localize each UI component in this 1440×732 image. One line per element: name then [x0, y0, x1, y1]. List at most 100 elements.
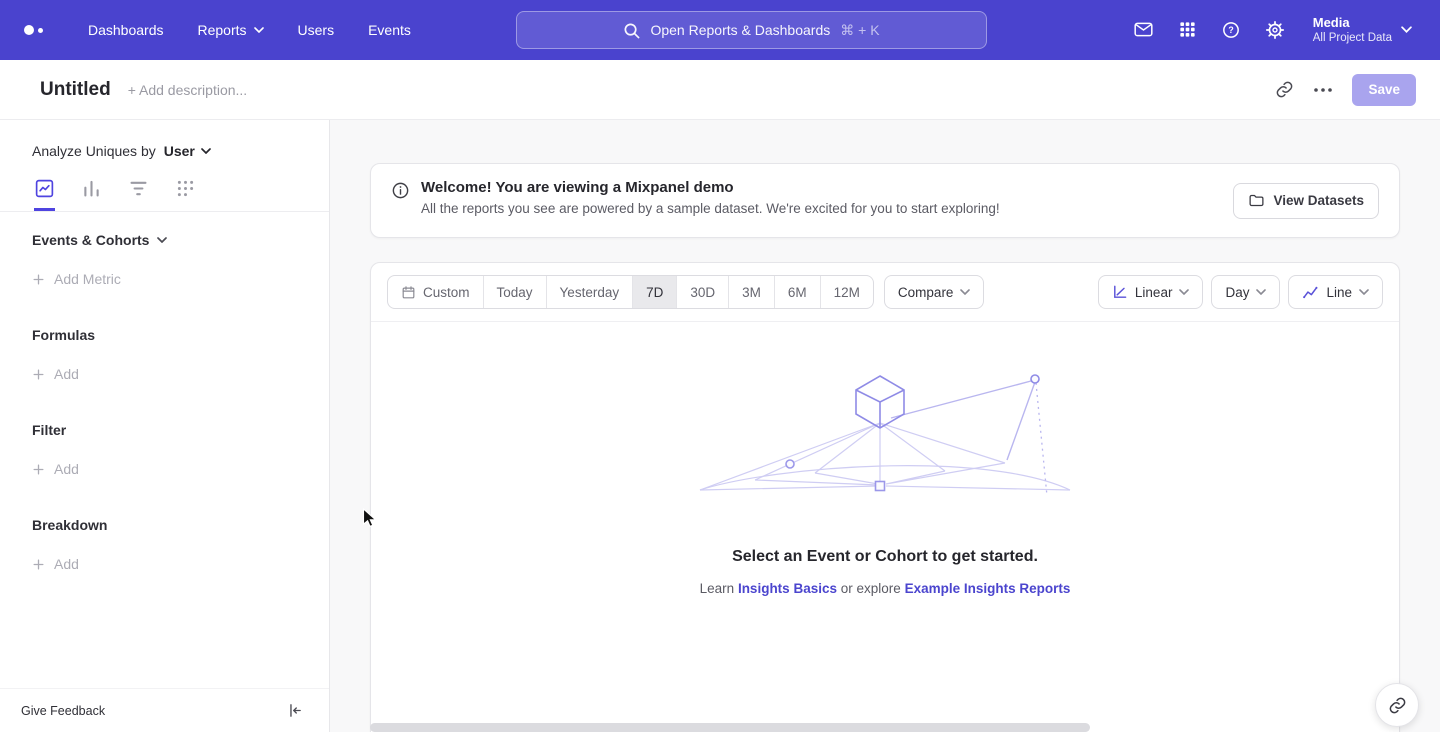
- add-formula-button[interactable]: Add: [32, 366, 79, 382]
- example-reports-link[interactable]: Example Insights Reports: [905, 581, 1071, 596]
- chevron-down-icon: [1256, 289, 1266, 295]
- scale-select[interactable]: Linear: [1098, 275, 1204, 309]
- nav-events[interactable]: Events: [368, 22, 411, 38]
- more-options-button[interactable]: [1314, 88, 1332, 92]
- horizontal-scrollbar[interactable]: [370, 723, 1090, 732]
- analyze-by-label: Analyze Uniques by: [32, 143, 156, 159]
- sidebar-footer: Give Feedback: [0, 688, 329, 732]
- add-breakdown-button[interactable]: Add: [32, 556, 79, 572]
- events-cohorts-header[interactable]: Events & Cohorts: [32, 232, 309, 248]
- analyze-by-row: Analyze Uniques by User: [0, 120, 329, 159]
- tab-bar-chart[interactable]: [81, 178, 102, 211]
- range-6m[interactable]: 6M: [774, 276, 820, 308]
- nav-label: Dashboards: [88, 22, 164, 38]
- range-7d[interactable]: 7D: [632, 276, 676, 308]
- help-button[interactable]: ?: [1221, 20, 1241, 40]
- range-today[interactable]: Today: [483, 276, 546, 308]
- breakdown-header: Breakdown: [32, 517, 309, 533]
- project-switcher[interactable]: Media All Project Data: [1313, 14, 1412, 46]
- collapse-sidebar-button[interactable]: [286, 702, 303, 719]
- chart-type-select[interactable]: Line: [1288, 275, 1383, 309]
- bar-chart-icon: [81, 178, 102, 199]
- add-filter-button[interactable]: Add: [32, 461, 79, 477]
- chart-type-label: Line: [1326, 285, 1352, 300]
- banner-title: Welcome! You are viewing a Mixpanel demo: [421, 179, 1000, 196]
- range-30d[interactable]: 30D: [676, 276, 728, 308]
- link-icon: [1275, 80, 1294, 99]
- view-datasets-label: View Datasets: [1273, 193, 1364, 208]
- add-filter-label: Add: [54, 461, 79, 477]
- range-label: 6M: [788, 285, 807, 300]
- messages-button[interactable]: [1133, 19, 1154, 40]
- report-canvas: Custom Today Yesterday 7D 30D 3M 6M 12M …: [370, 262, 1400, 732]
- formulas-title: Formulas: [32, 327, 95, 343]
- collapse-left-icon: [286, 702, 303, 719]
- plus-icon: [32, 368, 45, 381]
- gear-icon: [1265, 20, 1285, 40]
- primary-nav: Dashboards Reports Users Events: [88, 22, 411, 38]
- give-feedback-link[interactable]: Give Feedback: [21, 704, 105, 718]
- range-label: 7D: [646, 285, 663, 300]
- compare-button[interactable]: Compare: [884, 275, 985, 309]
- add-description-button[interactable]: + Add description...: [128, 82, 247, 98]
- interval-label: Day: [1225, 285, 1249, 300]
- add-metric-label: Add Metric: [54, 271, 121, 287]
- add-metric-button[interactable]: Add Metric: [32, 271, 121, 287]
- line-type-icon: [1302, 284, 1319, 301]
- nav-dashboards[interactable]: Dashboards: [88, 22, 164, 38]
- copy-link-button[interactable]: [1275, 80, 1294, 99]
- retention-grid-icon: [175, 178, 196, 199]
- linear-scale-icon: [1112, 284, 1128, 300]
- chevron-down-icon: [960, 289, 970, 295]
- apps-grid-icon: [1178, 20, 1197, 39]
- range-3m[interactable]: 3M: [728, 276, 774, 308]
- project-name: Media: [1313, 14, 1392, 32]
- link-icon: [1388, 696, 1407, 715]
- report-title[interactable]: Untitled: [40, 79, 111, 101]
- view-datasets-button[interactable]: View Datasets: [1233, 183, 1379, 219]
- chevron-down-icon: [1401, 26, 1412, 33]
- nav-users[interactable]: Users: [298, 22, 335, 38]
- date-range-selector: Custom Today Yesterday 7D 30D 3M 6M 12M: [387, 275, 874, 309]
- search-shortcut: ⌘ + K: [840, 22, 879, 39]
- range-label: 3M: [742, 285, 761, 300]
- calendar-icon: [401, 285, 416, 300]
- plus-icon: [32, 273, 45, 286]
- settings-button[interactable]: [1265, 20, 1285, 40]
- breakdown-title: Breakdown: [32, 517, 107, 533]
- range-yesterday[interactable]: Yesterday: [546, 276, 633, 308]
- help-icon: ?: [1221, 20, 1241, 40]
- nav-reports[interactable]: Reports: [198, 22, 264, 38]
- empty-state-illustration: [695, 368, 1075, 518]
- tab-retention[interactable]: [175, 178, 196, 211]
- learn-prefix: Learn: [700, 581, 735, 596]
- events-cohorts-title: Events & Cohorts: [32, 232, 149, 248]
- tab-funnel[interactable]: [128, 178, 149, 211]
- add-formula-label: Add: [54, 366, 79, 382]
- range-custom[interactable]: Custom: [388, 276, 483, 308]
- plus-icon: [32, 463, 45, 476]
- tab-line-chart[interactable]: [34, 178, 55, 211]
- search-icon: [623, 22, 640, 39]
- messages-icon: [1133, 19, 1154, 40]
- range-label: 30D: [690, 285, 715, 300]
- insights-basics-link[interactable]: Insights Basics: [738, 581, 837, 596]
- apps-grid-button[interactable]: [1178, 20, 1197, 39]
- formulas-header: Formulas: [32, 327, 309, 343]
- analyze-by-dropdown[interactable]: User: [164, 143, 211, 159]
- line-chart-icon: [34, 178, 55, 199]
- range-label: Today: [497, 285, 533, 300]
- save-button[interactable]: Save: [1352, 74, 1416, 106]
- share-link-button[interactable]: [1375, 683, 1419, 727]
- empty-state-help: Learn Insights Basics or explore Example…: [700, 581, 1071, 596]
- global-search[interactable]: Open Reports & Dashboards ⌘ + K: [516, 11, 987, 49]
- svg-text:?: ?: [1228, 25, 1233, 35]
- range-12m[interactable]: 12M: [820, 276, 873, 308]
- filter-title: Filter: [32, 422, 66, 438]
- interval-select[interactable]: Day: [1211, 275, 1280, 309]
- funnel-icon: [128, 178, 149, 199]
- nav-label: Events: [368, 22, 411, 38]
- mixpanel-logo[interactable]: [24, 25, 54, 35]
- plus-icon: [32, 558, 45, 571]
- empty-state-title: Select an Event or Cohort to get started…: [732, 548, 1038, 566]
